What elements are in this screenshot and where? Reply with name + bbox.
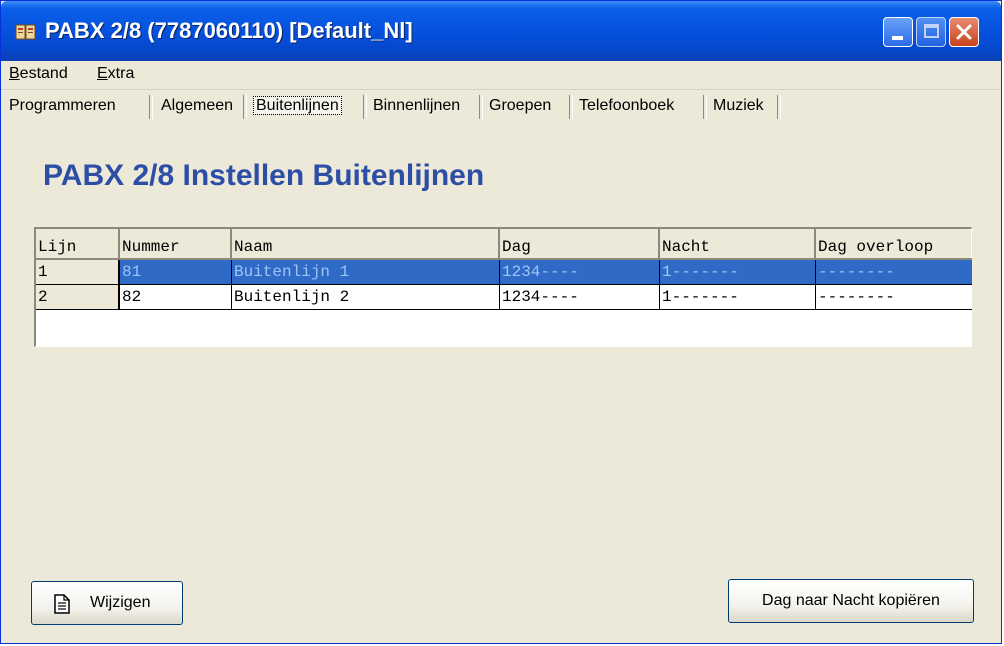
- menu-extra[interactable]: Extra: [97, 65, 134, 83]
- cell-nummer[interactable]: 82: [120, 285, 232, 310]
- cell-lijn[interactable]: 2: [36, 285, 120, 310]
- close-button[interactable]: [949, 17, 979, 47]
- tab-separator: [777, 95, 781, 119]
- tab-label: Buitenlijnen: [253, 96, 342, 115]
- tab-programmeren[interactable]: Programmeren: [9, 93, 116, 119]
- document-icon: [54, 594, 70, 614]
- minimize-button[interactable]: [883, 17, 913, 47]
- copy-day-to-night-button[interactable]: Dag naar Nacht kopiëren: [728, 579, 974, 623]
- edit-button-label: Wijzigen: [90, 594, 151, 611]
- col-header-nummer[interactable]: Nummer: [120, 229, 232, 260]
- edit-button[interactable]: Wijzigen: [31, 581, 183, 625]
- cell-lijn[interactable]: 1: [36, 260, 120, 285]
- minimize-icon: [892, 36, 903, 40]
- app-window: PABX 2/8 (7787060110) [Default_Nl] Besta…: [0, 0, 1002, 644]
- grid-header: Lijn Nummer Naam Dag Nacht Dag overloop: [36, 229, 972, 260]
- tab-separator: [243, 95, 247, 119]
- app-icon: [15, 24, 36, 40]
- tab-label: Muziek: [713, 97, 764, 114]
- maximize-icon: [924, 24, 939, 38]
- col-header-dag[interactable]: Dag: [500, 229, 660, 260]
- cell-dag[interactable]: 1234----: [500, 285, 660, 310]
- tab-algemeen[interactable]: Algemeen: [161, 93, 233, 119]
- menu-bestand-label: estand: [19, 65, 68, 82]
- maximize-button[interactable]: [916, 17, 946, 47]
- menu-bar: Bestand Extra: [1, 61, 1001, 90]
- page-heading: PABX 2/8 Instellen Buitenlijnen: [43, 159, 485, 192]
- tab-label: Algemeen: [161, 97, 234, 114]
- tab-binnenlijnen[interactable]: Binnenlijnen: [373, 93, 460, 119]
- col-header-dag-overloop[interactable]: Dag overloop: [816, 229, 972, 260]
- cell-dag-overloop[interactable]: --------: [816, 285, 972, 310]
- tab-label: Telefoonboek: [579, 97, 675, 114]
- col-header-lijn[interactable]: Lijn: [36, 229, 120, 260]
- title-bar[interactable]: PABX 2/8 (7787060110) [Default_Nl]: [1, 1, 1001, 61]
- tab-separator: [569, 95, 573, 119]
- tab-strip: Programmeren Algemeen Buitenlijnen Binne…: [1, 89, 1001, 123]
- copy-button-label: Dag naar Nacht kopiëren: [762, 592, 940, 609]
- tab-separator: [703, 95, 707, 119]
- table-row[interactable]: 2 82 Buitenlijn 2 1234---- 1------- ----…: [36, 285, 972, 310]
- menu-bestand-accel: B: [9, 65, 20, 82]
- cell-nacht[interactable]: 1-------: [660, 285, 816, 310]
- tab-label: Groepen: [489, 97, 552, 114]
- tab-telefoonboek[interactable]: Telefoonboek: [579, 93, 674, 119]
- menu-extra-accel: E: [97, 65, 108, 82]
- close-icon: [956, 24, 972, 40]
- tab-label: Binnenlijnen: [373, 97, 461, 114]
- tab-buitenlijnen[interactable]: Buitenlijnen: [253, 93, 342, 119]
- table-row[interactable]: 1 81 Buitenlijn 1 1234---- 1------- ----…: [36, 260, 972, 285]
- menu-bestand[interactable]: Bestand: [9, 65, 68, 83]
- cell-dag[interactable]: 1234----: [500, 260, 660, 285]
- cell-nummer[interactable]: 81: [120, 260, 232, 285]
- menu-extra-label: xtra: [107, 65, 135, 82]
- lines-grid[interactable]: Lijn Nummer Naam Dag Nacht Dag overloop …: [34, 227, 972, 347]
- tab-separator: [149, 95, 153, 119]
- col-header-naam[interactable]: Naam: [232, 229, 500, 260]
- tab-separator: [363, 95, 367, 119]
- tab-separator: [479, 95, 483, 119]
- cell-naam[interactable]: Buitenlijn 2: [232, 285, 500, 310]
- col-header-nacht[interactable]: Nacht: [660, 229, 816, 260]
- window-title: PABX 2/8 (7787060110) [Default_Nl]: [45, 18, 413, 43]
- tab-muziek[interactable]: Muziek: [713, 93, 764, 119]
- tab-groepen[interactable]: Groepen: [489, 93, 551, 119]
- cell-naam[interactable]: Buitenlijn 1: [232, 260, 500, 285]
- tab-label: Programmeren: [9, 97, 116, 114]
- cell-dag-overloop[interactable]: --------: [816, 260, 972, 285]
- cell-nacht[interactable]: 1-------: [660, 260, 816, 285]
